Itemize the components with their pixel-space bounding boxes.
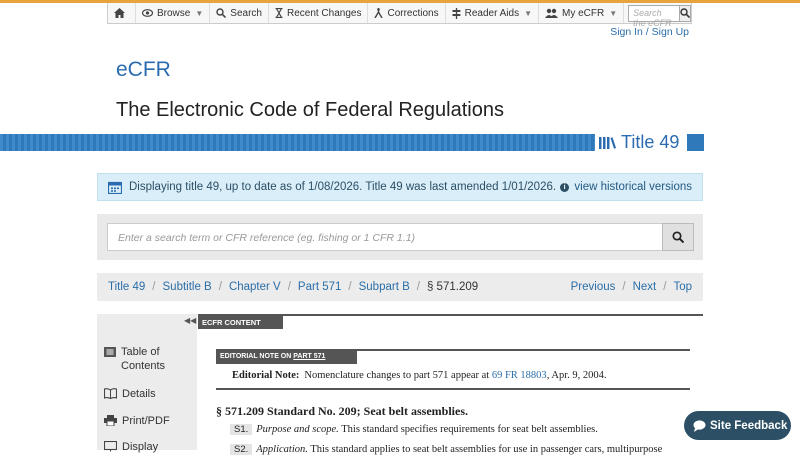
- sidebar-item-print-pdf[interactable]: Print/PDF: [104, 414, 170, 428]
- nav-search[interactable]: Search: [210, 3, 269, 23]
- breadcrumb-subpart[interactable]: Subpart B: [359, 281, 410, 293]
- editorial-note-body: Nomenclature changes to part 571 appear …: [304, 370, 490, 381]
- site-subtitle: The Electronic Code of Federal Regulatio…: [116, 99, 504, 121]
- title-label: Title 49: [595, 132, 687, 153]
- currency-text: Displaying title 49, up to date as of 1/…: [129, 181, 557, 193]
- breadcrumb-chapter[interactable]: Chapter V: [229, 281, 281, 293]
- breadcrumb-separator: /: [287, 281, 291, 293]
- breadcrumb-current: § 571.209: [426, 281, 479, 293]
- nav-my-ecfr-label: My eCFR: [562, 7, 605, 19]
- chat-icon: [693, 419, 706, 432]
- editorial-note-tag-text: EDITORIAL NOTE ON: [220, 353, 292, 360]
- chevron-down-icon: ▼: [609, 8, 618, 18]
- search-icon: [680, 8, 690, 18]
- site-brand[interactable]: eCFR: [116, 58, 171, 82]
- nav-home[interactable]: [108, 3, 136, 23]
- top-nav: Browse ▼ Search Recent Changes Correction…: [107, 3, 692, 28]
- breadcrumb-title[interactable]: Title 49: [108, 281, 145, 293]
- paragraph-text: This standard specifies requirements for…: [341, 424, 598, 435]
- nav-search-input[interactable]: Search the eCFR: [628, 4, 680, 28]
- section-heading: § 571.209 Standard No. 209; Seat belt as…: [216, 404, 469, 418]
- print-icon: [104, 415, 117, 426]
- main-search-bar: Enter a search term or CFR reference (eg…: [97, 214, 703, 260]
- editorial-note-tail: , Apr. 9, 2004.: [546, 370, 607, 381]
- sidebar-item-details[interactable]: Details: [104, 387, 156, 401]
- historical-versions-link[interactable]: view historical versions: [574, 181, 692, 193]
- editorial-note-part-link[interactable]: PART 571: [293, 353, 325, 360]
- sidebar-item-label: Table of Contents: [121, 346, 166, 372]
- hourglass-icon: [275, 8, 283, 18]
- ecfr-content-tag: ECFR CONTENT: [198, 316, 283, 329]
- sign-in-link[interactable]: Sign In / Sign Up: [610, 26, 689, 38]
- books-icon: [599, 137, 616, 149]
- nav-browse-label: Browse: [157, 7, 191, 19]
- calendar-icon: [108, 181, 122, 194]
- nav-recent-changes[interactable]: Recent Changes: [269, 3, 369, 23]
- eye-icon: [142, 9, 153, 17]
- users-icon: [545, 8, 559, 18]
- site-feedback-label: Site Feedback: [710, 419, 788, 432]
- ecfr-content: ECFR CONTENT EDITORIAL NOTE ON PART 571 …: [198, 314, 703, 455]
- main-search-button[interactable]: [662, 223, 694, 251]
- display-icon: [104, 441, 117, 452]
- sidebar-item-label: Print/PDF: [122, 415, 170, 427]
- paragraph-title: Purpose and scope.: [256, 424, 339, 435]
- nav-reader-aids-label: Reader Aids: [464, 7, 520, 19]
- chevron-down-icon: ▼: [524, 8, 533, 18]
- sidebar-item-table-of-contents[interactable]: Table of Contents: [104, 345, 181, 373]
- signpost-icon: [452, 7, 461, 19]
- sidebar-item-label: Details: [122, 388, 156, 400]
- next-link[interactable]: Next: [633, 281, 657, 293]
- title-label-text: Title 49: [621, 132, 680, 152]
- info-icon[interactable]: i: [560, 182, 570, 192]
- previous-link[interactable]: Previous: [571, 281, 616, 293]
- title-stripe-tail: [688, 134, 704, 151]
- book-icon: [104, 388, 117, 399]
- fr-citation-link[interactable]: 69 FR 18803: [492, 370, 547, 381]
- breadcrumb: Title 49 / Subtitle B / Chapter V / Part 57…: [97, 273, 703, 301]
- collapse-sidebar-icon[interactable]: ◀◀: [184, 316, 196, 325]
- currency-infobar: Displaying title 49, up to date as of 1/…: [97, 173, 703, 201]
- breadcrumb-separator: /: [152, 281, 156, 293]
- list-icon: [104, 347, 116, 357]
- breadcrumb-part[interactable]: Part 571: [298, 281, 341, 293]
- editorial-note-label: Editorial Note:: [232, 370, 300, 381]
- nav-search-label: Search: [230, 7, 262, 19]
- nav-corrections-label: Corrections: [387, 7, 439, 19]
- top-link[interactable]: Top: [673, 281, 692, 293]
- breadcrumb-separator: /: [218, 281, 222, 293]
- editorial-note-tag: EDITORIAL NOTE ON PART 571: [216, 351, 357, 364]
- search-icon: [216, 8, 227, 18]
- section-nav: Previous / Next / Top: [571, 281, 692, 293]
- nav-reader-aids[interactable]: Reader Aids ▼: [446, 3, 540, 23]
- nav-corrections[interactable]: Corrections: [368, 3, 446, 23]
- nav-my-ecfr[interactable]: My eCFR ▼: [539, 3, 625, 23]
- paragraph-s1: S1. Purpose and scope. This standard spec…: [230, 424, 598, 435]
- sidebar-item-display[interactable]: Display: [104, 440, 158, 454]
- search-icon: [672, 231, 684, 243]
- breadcrumb-separator: /: [348, 281, 352, 293]
- nav-search-button[interactable]: [680, 4, 691, 22]
- paragraph-label[interactable]: S1.: [230, 424, 253, 435]
- sidebar-item-label: Display: [122, 441, 159, 453]
- breadcrumb-subtitle[interactable]: Subtitle B: [163, 281, 212, 293]
- site-feedback-button[interactable]: Site Feedback: [684, 411, 791, 440]
- nav-browse[interactable]: Browse ▼: [136, 3, 211, 23]
- sidebar: ◀◀ Table of Contents Details Print/PDF D…: [97, 314, 197, 453]
- editorial-note-text: Editorial Note: Nomenclature changes to p…: [232, 370, 606, 381]
- breadcrumb-separator: /: [416, 281, 420, 293]
- editorial-note: EDITORIAL NOTE ON PART 571 Editorial Not…: [216, 349, 690, 390]
- home-icon: [114, 8, 125, 18]
- main-search-input[interactable]: Enter a search term or CFR reference (eg…: [107, 223, 663, 251]
- nav-recent-changes-label: Recent Changes: [286, 7, 362, 19]
- corrections-icon: [374, 8, 384, 18]
- nav-separator: /: [622, 281, 626, 293]
- chevron-down-icon: ▼: [195, 8, 204, 18]
- nav-separator: /: [663, 281, 667, 293]
